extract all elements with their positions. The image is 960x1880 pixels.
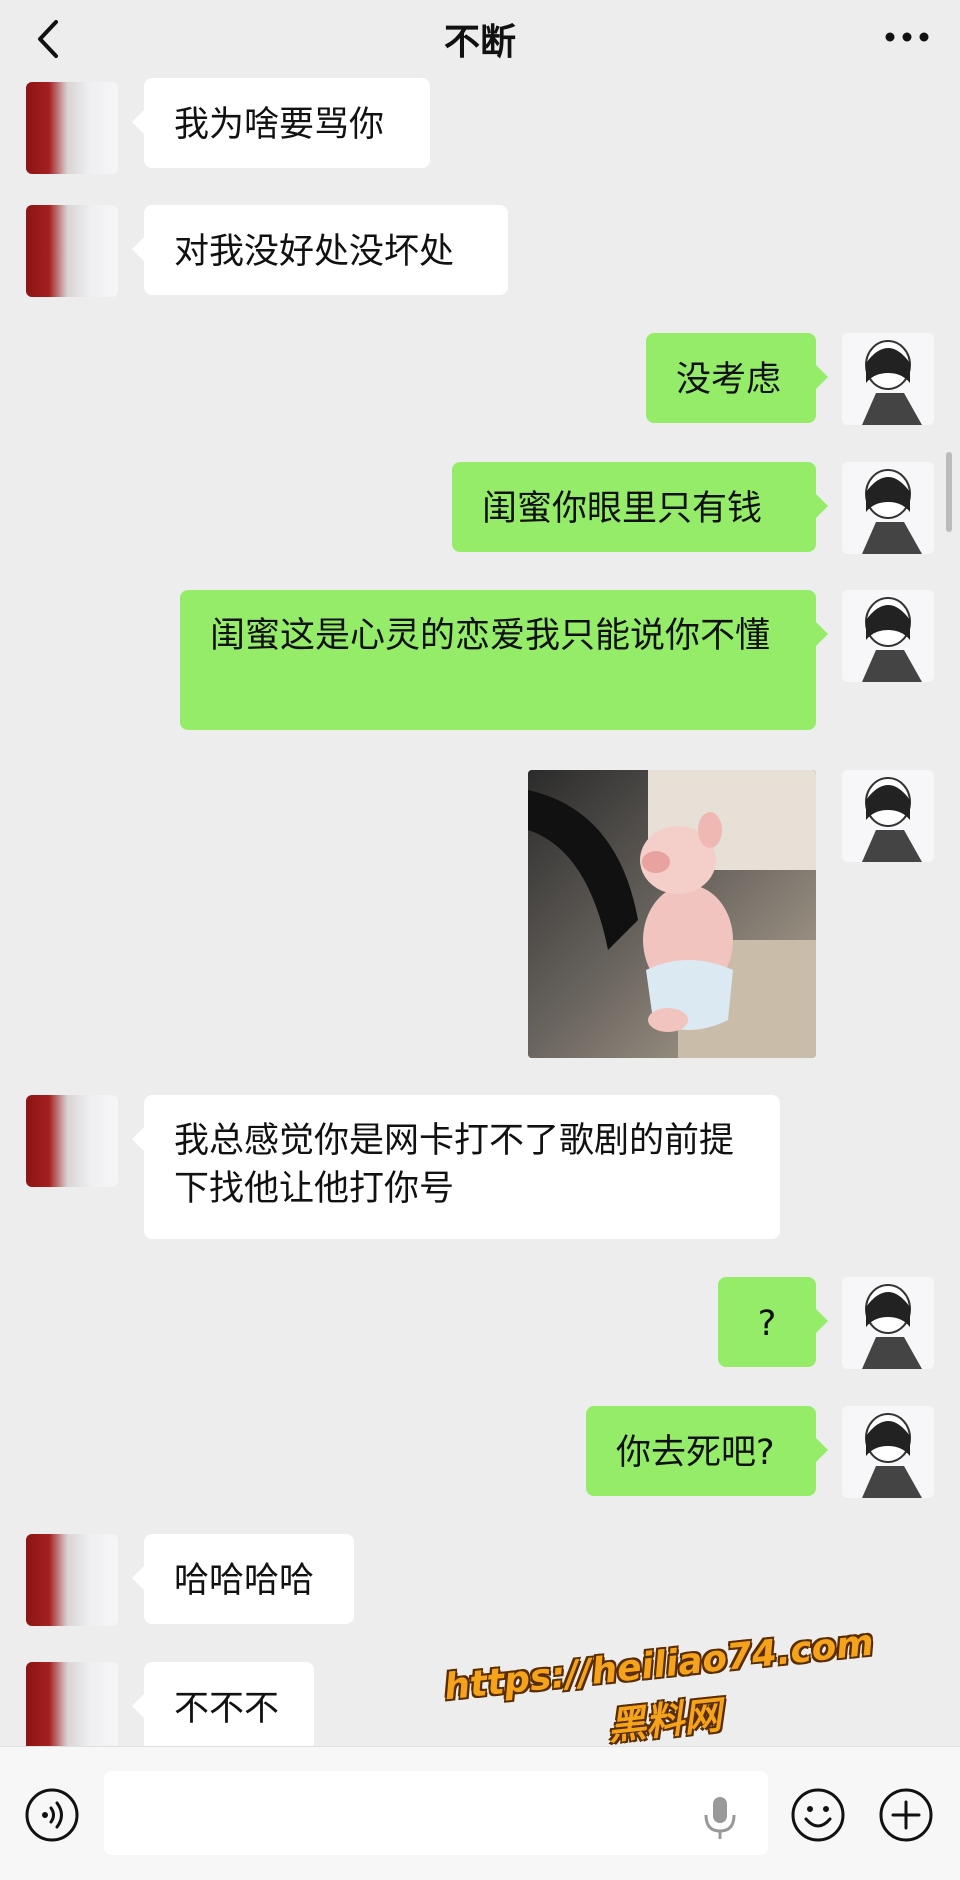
contact-avatar[interactable] <box>26 205 118 297</box>
chat-title: 不断 <box>443 22 516 63</box>
my-avatar[interactable] <box>842 462 934 554</box>
message-bubble-received[interactable]: 不不不 <box>132 1662 314 1752</box>
chat-header: 不断 <box>0 0 960 78</box>
scrollbar[interactable] <box>946 452 952 532</box>
avatar-portrait-icon <box>842 1277 934 1369</box>
my-avatar[interactable] <box>842 1406 934 1498</box>
emoji-icon[interactable] <box>790 1787 846 1843</box>
chevron-left-icon[interactable] <box>28 14 68 64</box>
my-avatar[interactable] <box>842 1277 934 1369</box>
voice-icon[interactable] <box>24 1787 80 1843</box>
message-bubble-sent[interactable]: ? <box>718 1277 828 1367</box>
my-avatar[interactable] <box>842 770 934 862</box>
avatar-portrait-icon <box>842 333 934 425</box>
chat-input-bar <box>0 1746 960 1880</box>
avatar-portrait-icon <box>842 590 934 682</box>
contact-avatar[interactable] <box>26 82 118 174</box>
contact-avatar[interactable] <box>26 1534 118 1626</box>
message-bubble-sent[interactable]: 闺蜜你眼里只有钱 <box>452 462 828 552</box>
message-input[interactable] <box>104 1771 768 1855</box>
avatar-portrait-icon <box>842 770 934 862</box>
message-bubble-received[interactable]: 我总感觉你是网卡打不了歌剧的前提下找他让他打你号 <box>132 1095 780 1239</box>
my-avatar[interactable] <box>842 333 934 425</box>
message-bubble-received[interactable]: 哈哈哈哈 <box>132 1534 354 1624</box>
avatar-portrait-icon <box>842 462 934 554</box>
my-avatar[interactable] <box>842 590 934 682</box>
message-bubble-sent[interactable]: 闺蜜这是心灵的恋爱我只能说你不懂 <box>180 590 828 730</box>
message-bubble-sent[interactable]: 没考虑 <box>646 333 828 423</box>
message-bubble-sent[interactable]: 你去死吧? <box>586 1406 828 1496</box>
pig-image-graphic <box>528 770 816 1058</box>
microphone-icon[interactable] <box>700 1793 740 1843</box>
ellipsis-icon[interactable] <box>882 22 932 52</box>
avatar-portrait-icon <box>842 1406 934 1498</box>
pig-driving-car-image[interactable] <box>528 770 816 1058</box>
contact-avatar[interactable] <box>26 1095 118 1187</box>
message-bubble-received[interactable]: 我为啥要骂你 <box>132 78 430 168</box>
plus-icon[interactable] <box>878 1787 934 1843</box>
message-bubble-received[interactable]: 对我没好处没坏处 <box>132 205 508 295</box>
contact-avatar[interactable] <box>26 1662 118 1754</box>
watermark-url: https://heiliao74.com <box>442 1622 876 1709</box>
